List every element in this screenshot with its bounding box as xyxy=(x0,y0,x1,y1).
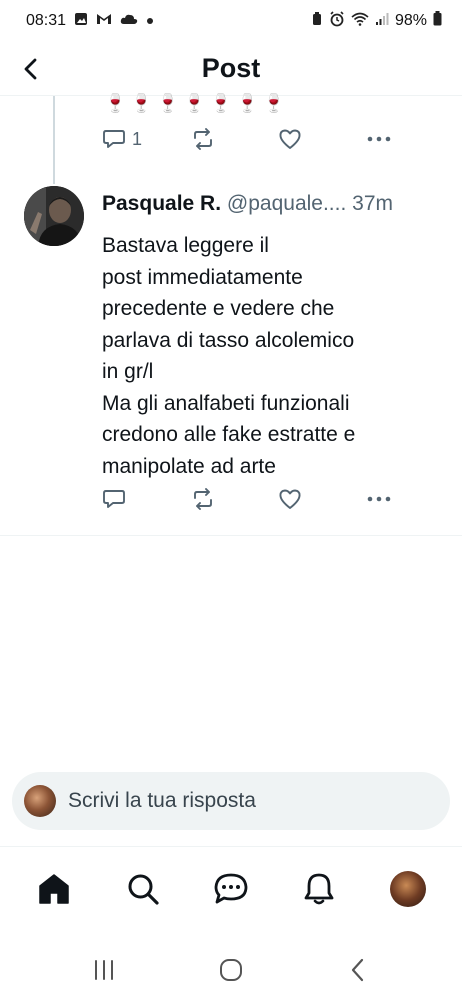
like-button[interactable] xyxy=(278,128,366,150)
battery-saver-icon xyxy=(311,11,323,31)
more-button[interactable] xyxy=(366,135,392,143)
back-arrow-icon xyxy=(24,58,37,80)
status-time: 08:31 xyxy=(26,12,67,29)
bell-icon xyxy=(304,873,334,904)
nav-messages[interactable] xyxy=(206,864,256,914)
wifi-icon xyxy=(351,12,369,31)
post-actions xyxy=(102,488,392,510)
battery-percent: 98% xyxy=(394,12,427,29)
bottom-nav xyxy=(0,846,462,930)
home-system-button[interactable] xyxy=(206,950,256,990)
repost-icon xyxy=(194,488,212,510)
post-actions: 1 xyxy=(102,128,392,150)
status-left: 08:31 xyxy=(26,12,154,31)
emoji-row: 🍷🍷🍷🍷🍷🍷🍷 xyxy=(104,93,289,113)
nav-search[interactable] xyxy=(118,864,168,914)
alarm-icon xyxy=(329,10,345,32)
notification-dot-icon xyxy=(146,12,154,30)
chat-icon xyxy=(214,873,248,903)
gmail-icon xyxy=(96,12,112,31)
search-icon xyxy=(128,874,159,905)
previous-post: 🍷🍷🍷🍷🍷🍷🍷 1 xyxy=(0,93,462,184)
recent-apps-icon xyxy=(94,960,113,980)
back-system-button[interactable] xyxy=(333,950,383,990)
heart-icon xyxy=(279,129,301,149)
post-time: 37m xyxy=(352,192,394,215)
status-bar: 08:31 98% xyxy=(0,0,462,42)
repost-button[interactable] xyxy=(190,488,278,510)
speech-bubble-icon xyxy=(103,130,125,148)
reply-button[interactable] xyxy=(102,488,190,510)
author-handle[interactable]: @paquale.... xyxy=(227,192,346,215)
post-text: Bastava leggere il post immediatamente p… xyxy=(102,234,356,478)
cloud-icon xyxy=(120,12,138,30)
status-right: 98% xyxy=(311,10,442,32)
speech-bubble-icon xyxy=(103,490,125,508)
post-header: Post xyxy=(0,42,462,96)
nav-notifications[interactable] xyxy=(294,864,344,914)
reply-count: 1 xyxy=(132,128,143,149)
reply-input[interactable]: Scrivi la tua risposta xyxy=(12,772,450,830)
battery-icon xyxy=(433,11,442,31)
nav-home[interactable] xyxy=(29,864,79,914)
page-title: Post xyxy=(201,53,261,83)
nav-profile[interactable] xyxy=(383,864,433,914)
more-dots-icon xyxy=(367,496,391,502)
more-dots-icon xyxy=(367,136,391,142)
avatar xyxy=(24,785,56,817)
back-button[interactable] xyxy=(14,52,48,86)
gallery-icon xyxy=(74,12,88,31)
signal-icon xyxy=(375,12,389,31)
reply-placeholder: Scrivi la tua risposta xyxy=(68,789,256,812)
system-nav xyxy=(0,940,462,1000)
reply-button[interactable]: 1 xyxy=(102,128,190,150)
author-name[interactable]: Pasquale R. xyxy=(102,192,221,215)
like-button[interactable] xyxy=(278,488,366,510)
post-meta: Pasquale R. @paquale.... 37m xyxy=(102,190,446,218)
repost-button[interactable] xyxy=(190,128,278,150)
reply-post[interactable]: Pasquale R. @paquale.... 37m Bastava leg… xyxy=(0,166,462,536)
avatar xyxy=(389,870,426,907)
avatar[interactable] xyxy=(24,186,84,246)
home-circle-icon xyxy=(219,959,242,981)
heart-icon xyxy=(279,489,301,509)
recent-apps-button[interactable] xyxy=(79,950,129,990)
back-chevron-icon xyxy=(352,958,364,982)
repost-icon xyxy=(194,128,212,150)
home-icon xyxy=(39,873,69,904)
more-button[interactable] xyxy=(366,495,392,503)
